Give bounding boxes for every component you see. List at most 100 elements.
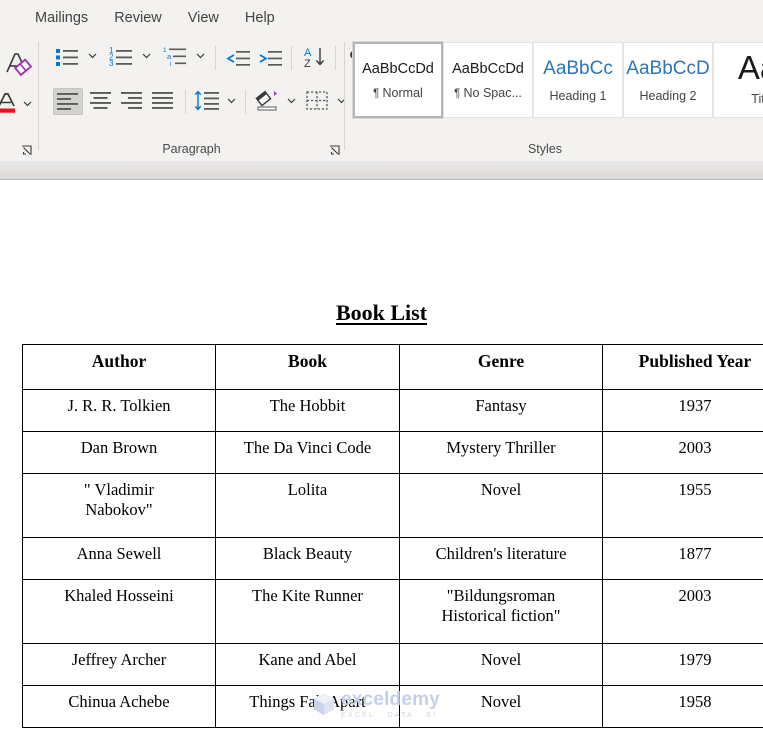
divider: [245, 90, 246, 114]
cell-book: Things Fall Apart: [215, 685, 400, 728]
sort-az-button[interactable]: A Z: [301, 44, 329, 68]
divider: [215, 46, 216, 70]
cell-author-line2: Nabokov": [85, 500, 153, 519]
align-left-button[interactable]: [53, 88, 83, 115]
svg-text:3: 3: [109, 59, 114, 68]
multilevel-list-button[interactable]: 1 a i: [161, 44, 191, 68]
styles-group-label: Styles: [527, 142, 563, 156]
line-spacing-chevron-down-icon[interactable]: [226, 95, 237, 106]
tab-mailings[interactable]: Mailings: [22, 6, 101, 31]
table-row: Chinua Achebe Things Fall Apart Novel 19…: [22, 685, 763, 728]
cell-year: 1955: [602, 473, 763, 538]
style-item-normal[interactable]: AaBbCcDd ¶ Normal: [352, 41, 444, 119]
ribbon-group-paragraph: 1 2 3 1 a i A Z Paragraph: [39, 36, 359, 161]
style-item-no-spacing[interactable]: AaBbCcDd ¶ No Spac...: [443, 42, 533, 118]
style-preview-heading-1: AaBbCc: [543, 57, 613, 79]
cell-genre: Novel: [399, 643, 603, 686]
style-name-title: Tit: [751, 91, 763, 106]
cell-genre-line2: Historical fiction": [441, 606, 561, 625]
ribbon: Mailings Review View Help 1 2 3 1 a i A …: [0, 0, 763, 161]
column-header-author: Author: [22, 344, 216, 390]
clear-formatting-icon[interactable]: [3, 50, 33, 80]
cell-genre: Mystery Thriller: [399, 431, 603, 474]
word-document-window: Mailings Review View Help 1 2 3 1 a i A …: [0, 0, 763, 735]
table-row: Anna Sewell Black Beauty Children's lite…: [22, 537, 763, 580]
book-list-table: Author Book Genre Published Year J. R. R…: [22, 344, 763, 728]
borders-button[interactable]: [303, 88, 333, 115]
style-name-no-spacing: ¶ No Spac...: [454, 85, 522, 100]
style-item-heading-2[interactable]: AaBbCcD Heading 2: [623, 42, 713, 118]
font-dialog-launcher[interactable]: [20, 144, 33, 157]
table-row: Dan Brown The Da Vinci Code Mystery Thri…: [22, 431, 763, 474]
numbering-button[interactable]: 1 2 3: [107, 44, 137, 68]
cell-author: J. R. R. Tolkien: [22, 389, 216, 432]
table-row: " Vladimir Nabokov" Lolita Novel 1955: [22, 473, 763, 538]
cell-genre: Fantasy: [399, 389, 603, 432]
cell-genre-line1: "Bildungsroman: [446, 586, 556, 605]
cell-year: 2003: [602, 579, 763, 644]
bullets-chevron-down-icon[interactable]: [87, 50, 98, 61]
style-name-normal: ¶ Normal: [373, 85, 423, 100]
table-header-row: Author Book Genre Published Year: [22, 344, 763, 390]
pilcrow-icon: ¶: [454, 87, 464, 100]
cell-year: 1877: [602, 537, 763, 580]
table-row: Khaled Hosseini The Kite Runner "Bildung…: [22, 579, 763, 644]
font-color-icon[interactable]: [0, 92, 22, 118]
svg-text:a: a: [167, 52, 172, 61]
document-page[interactable]: Book List Author Book Genre Published Ye…: [0, 180, 763, 735]
align-center-button[interactable]: [87, 88, 117, 115]
line-spacing-button[interactable]: [193, 88, 223, 115]
style-name-heading-1: Heading 1: [549, 88, 607, 103]
svg-text:Z: Z: [304, 58, 311, 68]
tab-help[interactable]: Help: [232, 6, 288, 31]
multilevel-list-chevron-down-icon[interactable]: [195, 50, 206, 61]
cell-year: 1937: [602, 389, 763, 432]
column-header-book: Book: [215, 344, 400, 390]
align-right-button[interactable]: [118, 88, 148, 115]
shading-button[interactable]: [253, 88, 283, 115]
paragraph-dialog-launcher[interactable]: [328, 144, 341, 157]
cell-genre: Novel: [399, 685, 603, 728]
styles-gallery: AaBbCcDd ¶ Normal AaBbCcDd ¶ No Spac... …: [352, 41, 763, 120]
cell-genre: Children's literature: [399, 537, 603, 580]
style-preview-heading-2: AaBbCcD: [626, 57, 710, 79]
tab-review[interactable]: Review: [101, 6, 175, 31]
tab-view[interactable]: View: [175, 6, 232, 31]
cell-genre: "Bildungsroman Historical fiction": [399, 579, 603, 644]
style-preview-title: Aa: [737, 49, 763, 87]
cell-author-line1: " Vladimir: [83, 480, 155, 499]
cell-author: Khaled Hosseini: [22, 579, 216, 644]
font-color-chevron-down-icon[interactable]: [22, 98, 33, 109]
cell-author: Chinua Achebe: [22, 685, 216, 728]
justify-button[interactable]: [149, 88, 179, 115]
cell-book: The Kite Runner: [215, 579, 400, 644]
ribbon-groups: 1 2 3 1 a i A Z Paragraph AaBbCcDd ¶ Nor…: [0, 36, 763, 161]
style-preview-no-spacing: AaBbCcDd: [452, 60, 524, 77]
page-gap-band: [0, 161, 763, 180]
cell-book: Lolita: [215, 473, 400, 538]
table-row: Jeffrey Archer Kane and Abel Novel 1979: [22, 643, 763, 686]
cell-book: Black Beauty: [215, 537, 400, 580]
document-title: Book List: [335, 300, 428, 325]
increase-indent-button[interactable]: [257, 44, 285, 68]
ribbon-tab-strip: Mailings Review View Help: [0, 0, 763, 36]
paragraph-group-label: Paragraph: [162, 142, 221, 156]
bullets-button[interactable]: [53, 44, 83, 68]
pilcrow-icon: ¶: [373, 87, 383, 100]
style-item-heading-1[interactable]: AaBbCc Heading 1: [533, 42, 623, 118]
numbering-chevron-down-icon[interactable]: [141, 50, 152, 61]
cell-book: The Hobbit: [215, 389, 400, 432]
shading-chevron-down-icon[interactable]: [286, 95, 297, 106]
cell-book: Kane and Abel: [215, 643, 400, 686]
cell-author: " Vladimir Nabokov": [22, 473, 216, 538]
cell-year: 2003: [602, 431, 763, 474]
cell-author: Anna Sewell: [22, 537, 216, 580]
style-name-heading-2: Heading 2: [639, 88, 697, 103]
column-header-published-year: Published Year: [602, 344, 763, 390]
table-row: J. R. R. Tolkien The Hobbit Fantasy 1937: [22, 389, 763, 432]
cell-author: Jeffrey Archer: [22, 643, 216, 686]
ribbon-group-font: [0, 36, 38, 161]
decrease-indent-button[interactable]: [225, 44, 253, 68]
divider: [291, 46, 292, 70]
style-item-title[interactable]: Aa Tit: [713, 42, 763, 118]
